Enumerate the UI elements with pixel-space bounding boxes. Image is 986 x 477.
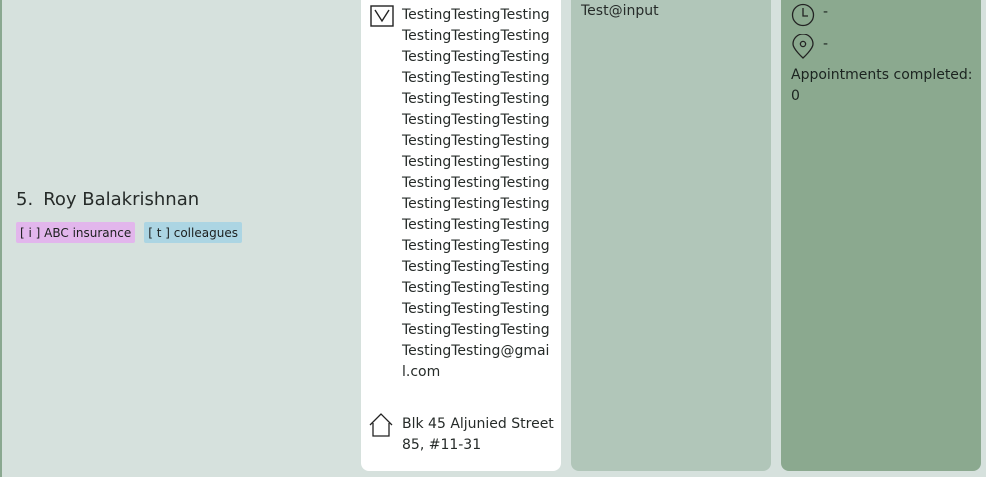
insurance-tag: [ i ] ABC insurance — [16, 222, 136, 243]
person-index: 5. — [16, 189, 34, 210]
appointment-time-value: - — [823, 4, 829, 20]
mail-icon — [370, 5, 394, 27]
person-name-row: 5. Roy Balakrishnan — [16, 189, 199, 210]
tag-list: [ i ] ABC insurance [ t ] colleagues — [16, 222, 242, 243]
window-left-border — [0, 0, 2, 477]
address-value: Blk 45 Aljunied Street 85, #11-31 — [402, 416, 554, 453]
location-pin-icon — [792, 34, 814, 59]
remark-panel — [571, 0, 771, 471]
clock-icon — [791, 3, 815, 27]
appointments-completed: Appointments completed: 0 — [791, 67, 973, 104]
home-icon — [369, 413, 393, 437]
email-value: TestingTestingTestingTestingTestingTesti… — [402, 7, 550, 380]
remark-value: Test@input — [581, 3, 659, 19]
appointment-location-value: - — [823, 36, 829, 52]
person-name: Roy Balakrishnan — [43, 189, 200, 210]
colleagues-tag: [ t ] colleagues — [144, 222, 242, 243]
